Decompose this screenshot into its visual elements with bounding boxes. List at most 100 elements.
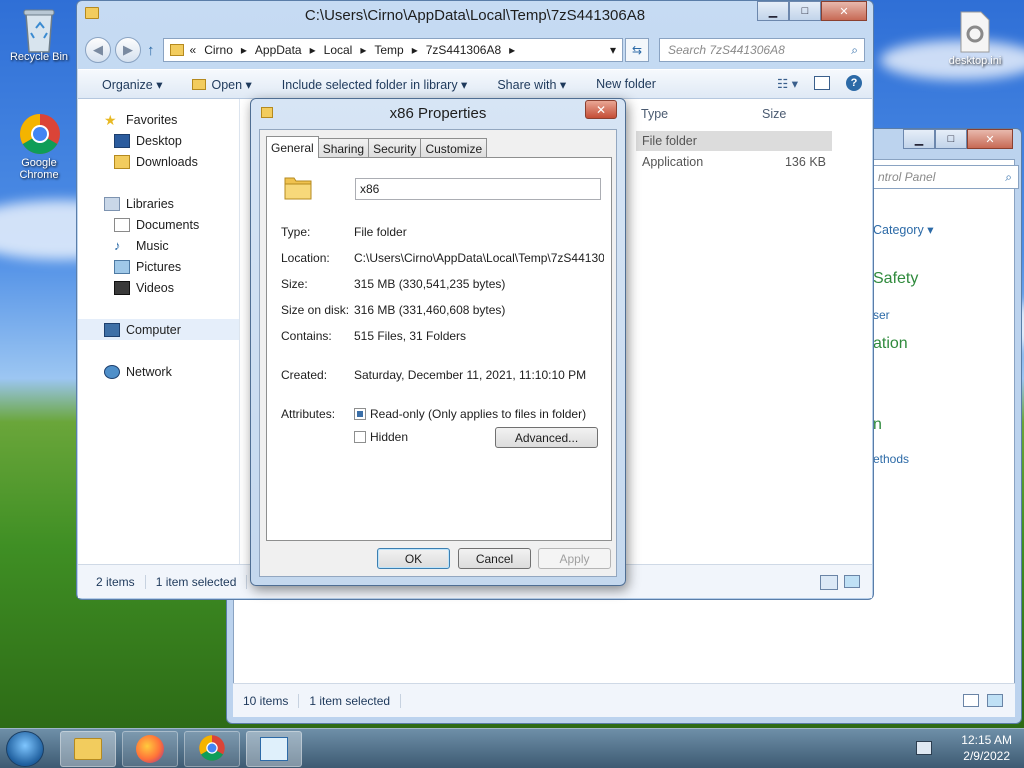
documents-icon	[114, 217, 130, 232]
share-with-button[interactable]: Share with ▾	[497, 77, 566, 92]
nav-item-libraries[interactable]: Libraries	[78, 193, 239, 214]
desktop-icon	[114, 133, 130, 148]
address-bar[interactable]: « Cirno ▸ AppData ▸ Local ▸ Temp ▸ 7zS44…	[162, 38, 623, 62]
hidden-checkbox[interactable]: Hidden	[354, 430, 408, 444]
breadcrumb-separator[interactable]: ▸	[310, 43, 316, 57]
view-by-dropdown[interactable]: Category ▾	[873, 222, 933, 237]
ok-button[interactable]: OK	[377, 548, 450, 569]
breadcrumb-separator[interactable]: ▸	[509, 43, 515, 57]
category-link[interactable]: n	[873, 416, 882, 434]
breadcrumb-separator[interactable]: ▸	[412, 43, 418, 57]
type-label: Type:	[281, 225, 311, 239]
category-sublink[interactable]: ethods	[873, 452, 909, 466]
file-row[interactable]: Application 136 KB	[636, 152, 832, 172]
category-link[interactable]: Safety	[873, 270, 918, 288]
column-header-size[interactable]: Size	[762, 107, 786, 121]
nav-label: Music	[136, 238, 169, 253]
breadcrumb-7zs441306a8[interactable]: 7zS441306A8	[426, 43, 501, 57]
cancel-button[interactable]: Cancel	[458, 548, 531, 569]
maximize-button[interactable]: □	[789, 1, 821, 21]
nav-item-pictures[interactable]: Pictures	[78, 256, 239, 277]
help-icon[interactable]: ?	[846, 75, 862, 91]
details-view-icon[interactable]	[820, 575, 838, 590]
breadcrumb-appdata[interactable]: AppData	[255, 43, 302, 57]
breadcrumb-separator[interactable]: ▸	[360, 43, 366, 57]
back-button[interactable]: ◀	[85, 37, 111, 63]
nav-item-videos[interactable]: Videos	[78, 277, 239, 298]
category-sublink[interactable]: ser	[873, 308, 890, 322]
breadcrumb-overflow[interactable]: «	[190, 43, 197, 57]
breadcrumb-cirno[interactable]: Cirno	[204, 43, 233, 57]
minimize-button[interactable]: ▁	[903, 129, 935, 149]
file-row[interactable]: File folder	[636, 131, 832, 151]
nav-item-desktop[interactable]: Desktop	[78, 130, 239, 151]
nav-item-documents[interactable]: Documents	[78, 214, 239, 235]
network-tray-icon[interactable]	[916, 741, 932, 755]
up-arrow-icon[interactable]: ↑	[147, 42, 155, 59]
nav-item-favorites[interactable]: ★ Favorites	[78, 109, 239, 130]
folder-name-field[interactable]: x86	[355, 178, 601, 200]
file-type: Application	[642, 155, 704, 169]
nav-item-music[interactable]: ♪ Music	[78, 235, 239, 256]
open-button-label: Open ▾	[211, 77, 252, 92]
dialog-close-button[interactable]: ✕	[585, 100, 617, 119]
desktop-icon-desktop-ini[interactable]: desktop.ini	[938, 10, 1012, 67]
status-selected-count: 1 item selected	[156, 574, 248, 589]
open-button[interactable]: Open ▾	[192, 77, 252, 92]
taskbar-explorer-button[interactable]	[60, 731, 116, 767]
breadcrumb-separator[interactable]: ▸	[241, 43, 247, 57]
tab-general[interactable]: General	[266, 136, 319, 158]
control-panel-status-bar: 10 items 1 item selected	[233, 683, 1015, 717]
readonly-checkbox[interactable]: Read-only (Only applies to files in fold…	[354, 407, 586, 421]
include-in-library-button[interactable]: Include selected folder in library ▾	[282, 77, 468, 92]
nav-label: Downloads	[136, 154, 198, 169]
breadcrumb-local[interactable]: Local	[324, 43, 353, 57]
ini-file-icon	[954, 10, 996, 53]
taskbar-chrome-button[interactable]	[184, 731, 240, 767]
search-icon: ⌕	[1005, 169, 1012, 184]
tab-sharing[interactable]: Sharing	[317, 138, 370, 158]
advanced-button[interactable]: Advanced...	[495, 427, 598, 448]
apply-button[interactable]: Apply	[538, 548, 611, 569]
preview-pane-icon[interactable]	[814, 76, 830, 90]
minimize-button[interactable]: ▁	[757, 1, 789, 21]
nav-item-network[interactable]: Network	[78, 361, 239, 382]
start-button[interactable]	[6, 731, 44, 767]
thumbnail-view-icon[interactable]	[987, 694, 1003, 707]
tab-customize[interactable]: Customize	[420, 138, 488, 158]
command-bar: Organize ▾ Open ▾ Include selected folde…	[78, 69, 872, 99]
size-value: 315 MB (330,541,235 bytes)	[354, 277, 506, 291]
control-panel-search-input[interactable]: ntrol Panel ⌕	[871, 165, 1019, 189]
close-button[interactable]: ✕	[821, 1, 867, 21]
breadcrumb-temp[interactable]: Temp	[374, 43, 403, 57]
category-link[interactable]: ation	[873, 335, 908, 353]
taskbar-firefox-button[interactable]	[122, 731, 178, 767]
folder-icon	[169, 44, 184, 56]
computer-icon	[104, 322, 120, 337]
pictures-icon	[114, 259, 130, 274]
new-folder-button[interactable]: New folder	[596, 77, 656, 91]
desktop-icon-recycle-bin[interactable]: Recycle Bin	[2, 6, 76, 63]
refresh-icon[interactable]: ⇆	[625, 38, 649, 62]
thumbnail-view-icon[interactable]	[844, 575, 860, 588]
hidden-label: Hidden	[370, 430, 409, 444]
search-input[interactable]: Search 7zS441306A8 ⌕	[659, 38, 865, 62]
column-header-type[interactable]: Type	[641, 107, 668, 121]
forward-button[interactable]: ▶	[115, 37, 141, 63]
nav-item-computer[interactable]: Computer	[78, 319, 239, 340]
folder-icon	[192, 78, 207, 90]
separator	[281, 393, 599, 394]
organize-button[interactable]: Organize ▾	[102, 77, 162, 92]
close-button[interactable]: ✕	[967, 129, 1013, 149]
chevron-down-icon[interactable]: ▾	[610, 43, 616, 57]
taskbar-control-panel-button[interactable]	[246, 731, 302, 767]
nav-item-downloads[interactable]: Downloads	[78, 151, 239, 172]
maximize-button[interactable]: □	[935, 129, 967, 149]
desktop-icon-chrome[interactable]: Google Chrome	[2, 112, 76, 181]
change-view-icon[interactable]: ☷ ▾	[777, 76, 798, 91]
taskbar: 12:15 AM 2/9/2022	[0, 728, 1024, 768]
tab-security[interactable]: Security	[368, 138, 422, 158]
tray-clock[interactable]: 12:15 AM 2/9/2022	[961, 732, 1012, 764]
general-tab-panel: x86 Type: File folder Location: C:\Users…	[266, 157, 612, 541]
details-view-icon[interactable]	[963, 694, 979, 707]
